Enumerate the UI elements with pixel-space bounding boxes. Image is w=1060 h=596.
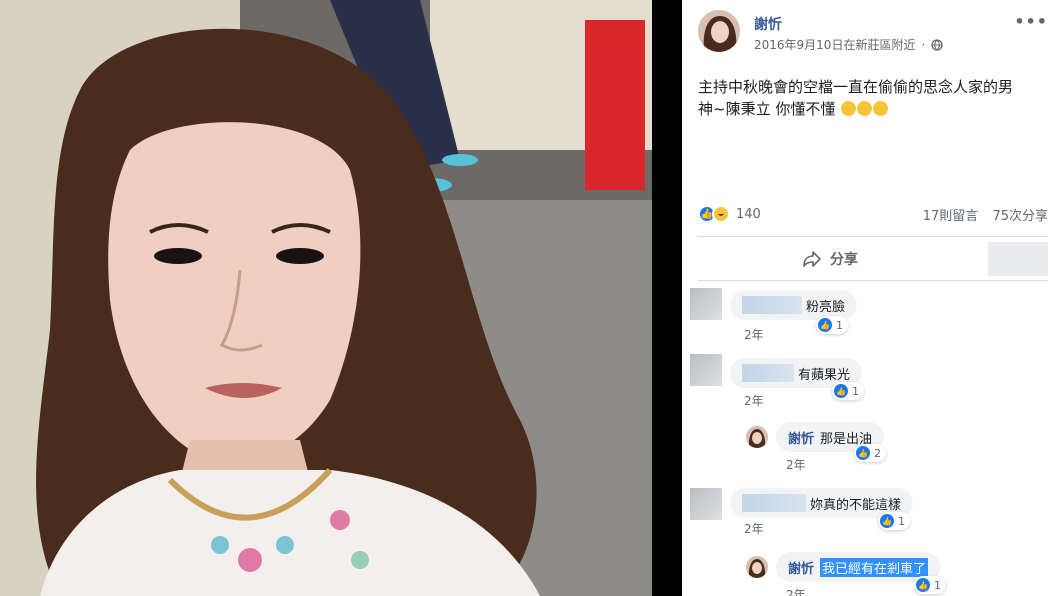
post-photo[interactable] (0, 0, 652, 596)
like-count: 1 (852, 384, 859, 398)
reply-item: 謝忻 那是出油 👍 2 2年 (682, 416, 1060, 478)
reply-author-name[interactable]: 謝忻 (788, 428, 814, 447)
shares-count[interactable]: 75次分享 (992, 209, 1048, 224)
author-reply-avatar[interactable] (746, 426, 768, 448)
crying-emoji-icon (857, 101, 873, 116)
reaction-icons[interactable]: 👍 (698, 205, 730, 223)
commenter-avatar[interactable] (690, 354, 722, 386)
comment-text: 妳真的不能這樣 (810, 497, 902, 513)
comment-time[interactable]: 2年 (744, 520, 764, 537)
comment-like-count[interactable]: 👍 1 (914, 576, 946, 594)
post-stats: 👍 140 17則留言 75次分享 (698, 200, 1048, 228)
comment-text: 有蘋果光 (798, 367, 851, 383)
post-text-line-2: 神~陳秉立 你懂不懂 (698, 98, 1048, 120)
comments-count[interactable]: 17則留言 (923, 209, 979, 224)
like-icon: 👍 (856, 446, 870, 460)
selfie-image (0, 0, 652, 596)
like-count: 1 (836, 318, 843, 332)
like-count: 2 (874, 446, 881, 460)
more-horizontal-icon[interactable]: ••• (1014, 12, 1048, 31)
blurred-commenter-name[interactable] (742, 364, 794, 382)
haha-reaction-icon (712, 205, 730, 223)
share-label: 分享 (830, 252, 858, 268)
blurred-commenter-name[interactable] (742, 494, 806, 512)
commenter-avatar[interactable] (690, 488, 722, 520)
comment-time[interactable]: 2年 (744, 392, 764, 409)
reactions-count[interactable]: 140 (736, 207, 761, 222)
comment-like-count[interactable]: 👍 2 (854, 444, 886, 462)
comments-section: 粉亮臉 👍 1 2年 有蘋果光 👍 1 2年 謝忻 那是出油 👍 2 2年 妳真… (682, 282, 1060, 596)
crying-emoji-icon (841, 101, 857, 116)
comment-text: 粉亮臉 (806, 299, 846, 315)
share-button[interactable]: 分享 (802, 244, 858, 274)
comment-item: 妳真的不能這樣 👍 1 2年 (682, 480, 1060, 546)
stats-right: 17則留言 75次分享 (913, 205, 1048, 224)
like-icon: 👍 (818, 318, 832, 332)
post-header: 謝忻 2016年9月10日 在新莊區附近 · ••• (698, 10, 1048, 54)
reply-item: 謝忻 我已經有在剎車了 👍 1 2年 (682, 544, 1060, 596)
divider (698, 236, 1048, 237)
like-icon: 👍 (834, 384, 848, 398)
post-text-line-2-text: 神~陳秉立 你懂不懂 (698, 100, 836, 118)
author-reply-avatar[interactable] (746, 556, 768, 578)
author-avatar[interactable] (698, 10, 740, 52)
comment-item: 粉亮臉 👍 1 2年 (682, 282, 1060, 348)
like-count: 1 (934, 578, 941, 592)
reply-bubble: 謝忻 我已經有在剎車了 (776, 552, 941, 582)
post-meta: 2016年9月10日 在新莊區附近 · (754, 36, 943, 53)
post-panel: 謝忻 2016年9月10日 在新莊區附近 · ••• 主持中秋晚會的空檔一直在偷偷… (682, 0, 1060, 596)
reply-text-selected: 我已經有在剎車了 (820, 557, 929, 577)
like-icon: 👍 (880, 514, 894, 528)
blurred-commenter-name[interactable] (742, 296, 802, 314)
like-count: 1 (898, 514, 905, 528)
commenter-avatar[interactable] (690, 288, 722, 320)
divider (698, 280, 1048, 281)
globe-icon[interactable] (931, 38, 943, 51)
crying-emoji-icon (873, 101, 889, 116)
post-text-line-1: 主持中秋晚會的空檔一直在偷偷的思念人家的男 (698, 78, 1014, 96)
comment-like-count[interactable]: 👍 1 (878, 512, 910, 530)
author-name[interactable]: 謝忻 (754, 14, 782, 34)
comment-time[interactable]: 2年 (786, 586, 806, 596)
comment-like-count[interactable]: 👍 1 (832, 382, 864, 400)
separator-dot: · (921, 37, 926, 52)
share-arrow-icon (803, 251, 821, 267)
like-icon: 👍 (916, 578, 930, 592)
reply-author-name[interactable]: 謝忻 (788, 558, 814, 577)
blurred-avatar (988, 242, 1048, 276)
comment-time[interactable]: 2年 (744, 326, 764, 343)
comment-time[interactable]: 2年 (786, 456, 806, 473)
post-date[interactable]: 2016年9月10日 (754, 36, 843, 53)
post-location[interactable]: 在新莊區附近 (843, 36, 915, 53)
comment-like-count[interactable]: 👍 1 (816, 316, 848, 334)
post-text: 主持中秋晚會的空檔一直在偷偷的思念人家的男 神~陳秉立 你懂不懂 (698, 76, 1048, 120)
comment-item: 有蘋果光 👍 1 2年 (682, 348, 1060, 414)
